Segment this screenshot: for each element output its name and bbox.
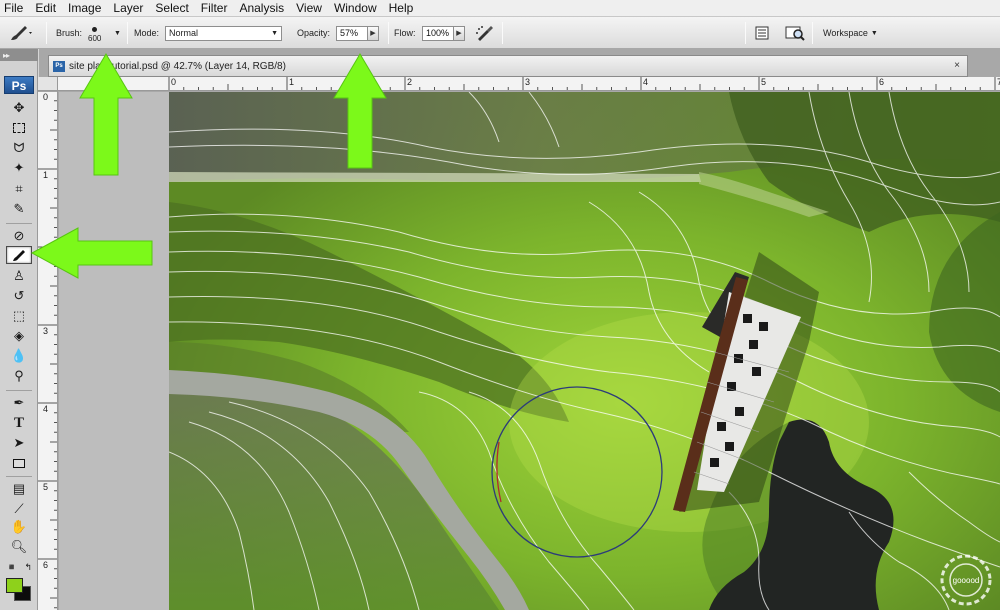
menu-select[interactable]: Select [149, 0, 194, 17]
paint-bucket-tool-icon[interactable]: ◈ [6, 327, 32, 345]
ruler-left-label: 4 [43, 404, 49, 414]
tool-preset-picker[interactable] [8, 17, 34, 49]
ruler-top-label: 0 [171, 77, 177, 87]
flow-input[interactable]: 100% [422, 25, 454, 41]
document-icon [755, 26, 769, 40]
menu-file[interactable]: File [0, 0, 29, 17]
move-tool-icon[interactable]: ✥ [6, 99, 32, 117]
blur-tool-icon[interactable]: 💧 [6, 347, 32, 365]
pen-tool-icon[interactable]: ✒ [6, 394, 32, 412]
menu-window[interactable]: Window [328, 0, 383, 17]
ruler-horizontal[interactable]: 0 1 2 3 4 5 6 7 [58, 77, 1000, 91]
ps-logo[interactable]: Ps [4, 76, 34, 94]
brush-tool-icon[interactable] [6, 246, 32, 264]
palette-well-button[interactable] [754, 17, 770, 49]
hand-tool-icon[interactable]: ✋ [6, 518, 32, 536]
ruler-left-label: 3 [43, 326, 49, 336]
watermark-logo: gooood [940, 554, 992, 606]
chevron-down-icon: ▼ [114, 29, 121, 37]
ruler-left-label: 0 [43, 92, 49, 102]
site-plan-artwork [169, 92, 1000, 610]
workspace-label: Workspace [823, 28, 868, 38]
ruler-top-label: 4 [643, 77, 649, 87]
brush-preset-icon [11, 26, 32, 40]
eyedropper-sample-tool-icon[interactable]: ⟋ [6, 500, 32, 518]
ruler-top-label: 6 [879, 77, 885, 87]
ruler-left-label: 1 [43, 170, 49, 180]
ruler-left-label: 6 [43, 560, 49, 570]
ruler-top-label: 2 [407, 77, 413, 87]
zoom-tool-icon[interactable]: 🔍︎ [6, 538, 32, 556]
arrow-up-icon [333, 53, 387, 169]
eraser-tool-icon[interactable]: ⬚ [6, 307, 32, 325]
flow-label: Flow: [394, 28, 416, 38]
history-brush-tool-icon[interactable]: ↺ [6, 287, 32, 305]
lasso-tool-icon[interactable]: ᗢ [6, 139, 32, 157]
brush-icon [13, 250, 25, 261]
opacity-input[interactable]: 57% [336, 25, 368, 41]
brush-picker[interactable]: 600 [88, 17, 101, 49]
healing-brush-tool-icon[interactable]: ⊘ [6, 227, 32, 245]
flow-slider-toggle[interactable]: ▶ [454, 25, 465, 41]
ruler-left-label: 5 [43, 482, 49, 492]
opacity-label: Opacity: [297, 28, 331, 38]
menu-image[interactable]: Image [62, 0, 107, 17]
menu-analysis[interactable]: Analysis [233, 0, 290, 17]
type-tool-icon[interactable]: T [6, 414, 32, 432]
mode-select[interactable]: Normal ▼ [165, 25, 282, 41]
notes-tool-icon[interactable]: ▤ [6, 480, 32, 498]
photoshop-window: File Edit Image Layer Select Filter Anal… [0, 0, 1000, 610]
arrow-up-icon [79, 53, 133, 176]
brush-tip-icon [92, 27, 98, 32]
marquee-tool-icon[interactable] [6, 119, 32, 137]
mode-label: Mode: [134, 28, 160, 38]
menu-edit[interactable]: Edit [29, 0, 62, 17]
menu-view[interactable]: View [290, 0, 328, 17]
foreground-color-swatch[interactable] [6, 578, 23, 593]
menu-help[interactable]: Help [383, 0, 420, 17]
ruler-origin[interactable] [38, 77, 58, 91]
options-bar: Brush: 600 ▼ Mode: Normal ▼ Opacity: 57%… [0, 17, 1000, 49]
opacity-slider-toggle[interactable]: ▶ [368, 25, 379, 41]
ruler-top-label: 5 [761, 77, 767, 87]
brush-size-value: 600 [88, 34, 102, 43]
dodge-tool-icon[interactable]: ⚲ [6, 367, 32, 385]
menu-filter[interactable]: Filter [195, 0, 234, 17]
chevron-right-icon: ▶ [456, 29, 462, 37]
clone-stamp-tool-icon[interactable]: ♙ [6, 267, 32, 285]
image-canvas[interactable] [169, 92, 1000, 610]
bridge-button[interactable] [784, 17, 806, 49]
menu-layer[interactable]: Layer [107, 0, 149, 17]
magic-wand-tool-icon[interactable]: ✦ [6, 159, 32, 177]
ruler-vertical[interactable]: 0 1 2 3 4 5 6 [38, 77, 58, 610]
collapse-icon[interactable]: ▸▸ [3, 51, 10, 60]
magnifier-window-icon [785, 26, 805, 41]
close-icon[interactable]: × [951, 60, 963, 72]
airbrush-toggle[interactable] [474, 17, 496, 49]
path-selection-tool-icon[interactable]: ➤ [6, 434, 32, 452]
ruler-top-label: 3 [525, 77, 531, 87]
psd-file-icon: Ps [53, 60, 65, 72]
chevron-down-icon: ▼ [271, 29, 278, 37]
brush-picker-dropdown[interactable]: ▼ [114, 17, 121, 49]
chevron-right-icon: ▶ [370, 29, 376, 37]
eyedropper-tool-icon[interactable]: ✎ [6, 200, 32, 218]
arrow-left-icon [30, 227, 153, 279]
ruler-top-label: 1 [289, 77, 295, 87]
brush-label: Brush: [56, 28, 83, 38]
workspace-menu[interactable]: Workspace ▼ [823, 17, 878, 49]
crop-tool-icon[interactable]: ⌗ [6, 180, 32, 198]
airbrush-icon [476, 26, 493, 41]
swap-colors-icon[interactable]: ◾ ↰ [6, 558, 32, 576]
chevron-down-icon: ▼ [870, 29, 878, 37]
watermark-text: gooood [953, 576, 980, 585]
menu-bar: File Edit Image Layer Select Filter Anal… [0, 0, 1000, 17]
document-tab[interactable]: Ps site plan tutorial.psd @ 42.7% (Layer… [48, 55, 968, 77]
shape-tool-icon[interactable] [6, 454, 32, 472]
mode-select-value: Normal [169, 27, 199, 38]
